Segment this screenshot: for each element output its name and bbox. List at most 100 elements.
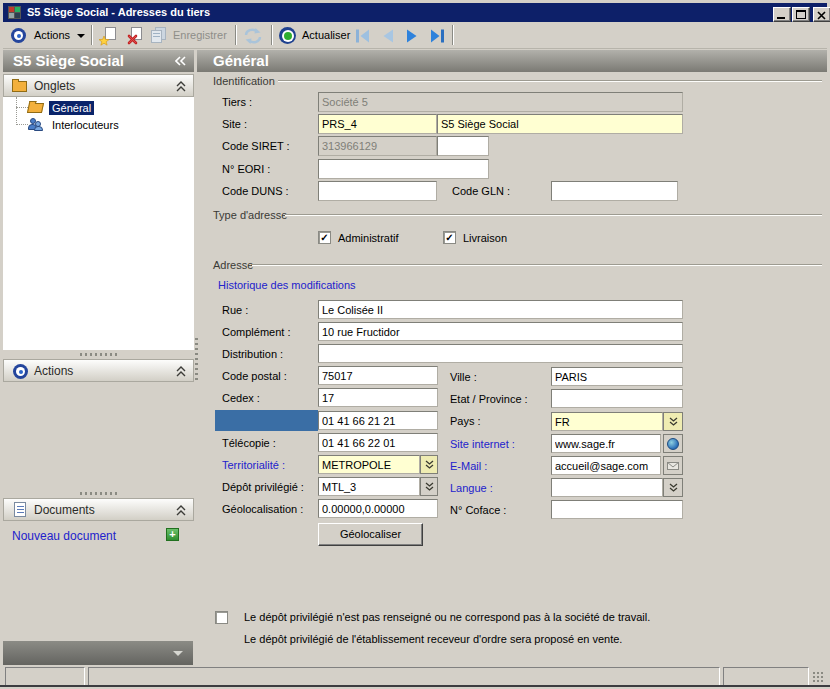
depot-field[interactable]: [318, 477, 420, 496]
collapse-actions-icon[interactable]: [176, 366, 186, 377]
administratif-checkbox[interactable]: ✓: [318, 231, 331, 244]
status-cell-3: [723, 667, 809, 686]
depot-warning-checkbox[interactable]: [215, 611, 228, 624]
siret-label: Code SIRET :: [222, 140, 290, 152]
geoloc-field[interactable]: [318, 499, 438, 518]
splitter-handle[interactable]: [80, 353, 118, 356]
delete-address-button[interactable]: [124, 25, 146, 46]
send-email-button[interactable]: [663, 456, 683, 475]
geolocaliser-button[interactable]: Géolocaliser: [318, 523, 423, 546]
open-website-button[interactable]: [663, 434, 683, 453]
coface-field[interactable]: [551, 500, 683, 519]
new-address-button[interactable]: [98, 25, 120, 46]
actions-icon: [11, 28, 26, 43]
site-code-field[interactable]: [318, 114, 437, 134]
email-field[interactable]: [551, 456, 661, 475]
panel-actions-label: Actions: [34, 364, 73, 378]
code-postal-field[interactable]: [318, 366, 438, 385]
collapse-documents-icon[interactable]: [176, 505, 186, 516]
depot-label: Dépôt privilégié :: [222, 481, 304, 493]
pays-label: Pays :: [450, 415, 481, 427]
site-internet-field[interactable]: [551, 434, 661, 453]
title-bar: S5 Siège Social - Adresses du tiers: [3, 3, 827, 22]
pays-field[interactable]: [551, 412, 663, 431]
footer-note-line2: Le dépôt privilégié de l'établissement r…: [244, 633, 622, 645]
geoloc-label: Géolocalisation :: [222, 503, 303, 515]
sidebar-splitter-handle[interactable]: [195, 338, 198, 380]
status-cell-1: [5, 667, 85, 686]
nav-prev-icon[interactable]: [381, 29, 394, 43]
actions-menu[interactable]: Actions: [34, 29, 70, 41]
actions-panel-icon: [13, 364, 28, 379]
gln-field[interactable]: [551, 181, 678, 201]
etat-field[interactable]: [551, 389, 683, 408]
close-button[interactable]: [813, 7, 830, 22]
history-link[interactable]: Historique des modifications: [218, 279, 356, 291]
territorialite-dropdown[interactable]: [420, 455, 438, 474]
app-icon: [8, 6, 21, 19]
site-label: Site :: [222, 118, 247, 130]
telecopie-label: Télécopie :: [222, 437, 276, 449]
telephone-field[interactable]: [318, 411, 438, 430]
distribution-field[interactable]: [318, 344, 683, 363]
sidebar-collapsed-bar[interactable]: [3, 641, 193, 665]
collapse-sidebar-icon[interactable]: [175, 56, 187, 66]
footer-note-line1: Le dépôt privilégié n'est pas renseigné …: [244, 611, 650, 623]
eori-field[interactable]: [318, 159, 489, 179]
complement-field[interactable]: [318, 322, 683, 341]
livraison-checkbox[interactable]: ✓: [443, 231, 456, 244]
territorialite-label[interactable]: Territorialité :: [222, 459, 285, 471]
new-document-link[interactable]: Nouveau document: [12, 529, 116, 543]
site-name-field[interactable]: [437, 114, 683, 134]
sync-icon[interactable]: [243, 28, 263, 44]
telephone-label-highlight[interactable]: [215, 410, 318, 431]
complement-label: Complément :: [222, 326, 290, 338]
tree-item-interlocuteurs-label[interactable]: Interlocuteurs: [49, 118, 122, 132]
add-document-button[interactable]: +: [166, 528, 179, 541]
territorialite-field[interactable]: [318, 455, 420, 474]
splitter-handle-2[interactable]: [80, 492, 118, 495]
pays-dropdown[interactable]: [663, 412, 683, 431]
panel-onglets-label: Onglets: [34, 79, 75, 93]
depot-dropdown[interactable]: [420, 477, 438, 496]
section-identification: Identification: [213, 75, 275, 87]
minimize-button[interactable]: [773, 7, 791, 22]
refresh-icon[interactable]: [279, 27, 296, 44]
refresh-button[interactable]: Actualiser: [302, 29, 350, 41]
duns-field[interactable]: [318, 181, 437, 201]
collapse-onglets-icon[interactable]: [176, 81, 186, 92]
tree-item-general-label[interactable]: Général: [49, 101, 94, 115]
administratif-label: Administratif: [338, 232, 399, 244]
globe-icon: [667, 438, 679, 450]
ville-field[interactable]: [551, 367, 683, 386]
rue-field[interactable]: [318, 300, 683, 319]
telecopie-field[interactable]: [318, 433, 438, 452]
actions-dropdown-arrow[interactable]: [77, 34, 85, 38]
siret-suffix-field[interactable]: [437, 136, 489, 156]
coface-label: N° Coface :: [450, 504, 506, 516]
panel-onglets-header[interactable]: Onglets: [3, 74, 194, 97]
langue-label[interactable]: Langue :: [450, 482, 493, 494]
cedex-field[interactable]: [318, 388, 438, 407]
nav-last-icon[interactable]: [430, 29, 445, 43]
tree-item-general[interactable]: Général: [28, 99, 148, 116]
tree-item-interlocuteurs[interactable]: Interlocuteurs: [28, 116, 168, 133]
langue-dropdown[interactable]: [663, 478, 683, 497]
window-title: S5 Siège Social - Adresses du tiers: [27, 6, 210, 18]
ville-label: Ville :: [450, 371, 477, 383]
maximize-button[interactable]: [792, 7, 810, 22]
save-button[interactable]: Enregistrer: [173, 29, 227, 41]
save-icon: [150, 27, 168, 44]
status-cell-2: [88, 667, 720, 686]
panel-documents-header[interactable]: Documents: [3, 498, 194, 521]
email-label[interactable]: E-Mail :: [450, 460, 487, 472]
etat-label: Etat / Province :: [450, 393, 528, 405]
livraison-label: Livraison: [463, 232, 507, 244]
site-internet-label[interactable]: Site internet :: [450, 438, 515, 450]
nav-next-icon[interactable]: [406, 29, 419, 43]
langue-field[interactable]: [551, 478, 663, 497]
resize-grip[interactable]: [812, 671, 824, 683]
main-header: Général: [197, 50, 827, 72]
nav-first-icon[interactable]: [355, 29, 370, 43]
panel-actions-header[interactable]: Actions: [3, 359, 194, 382]
